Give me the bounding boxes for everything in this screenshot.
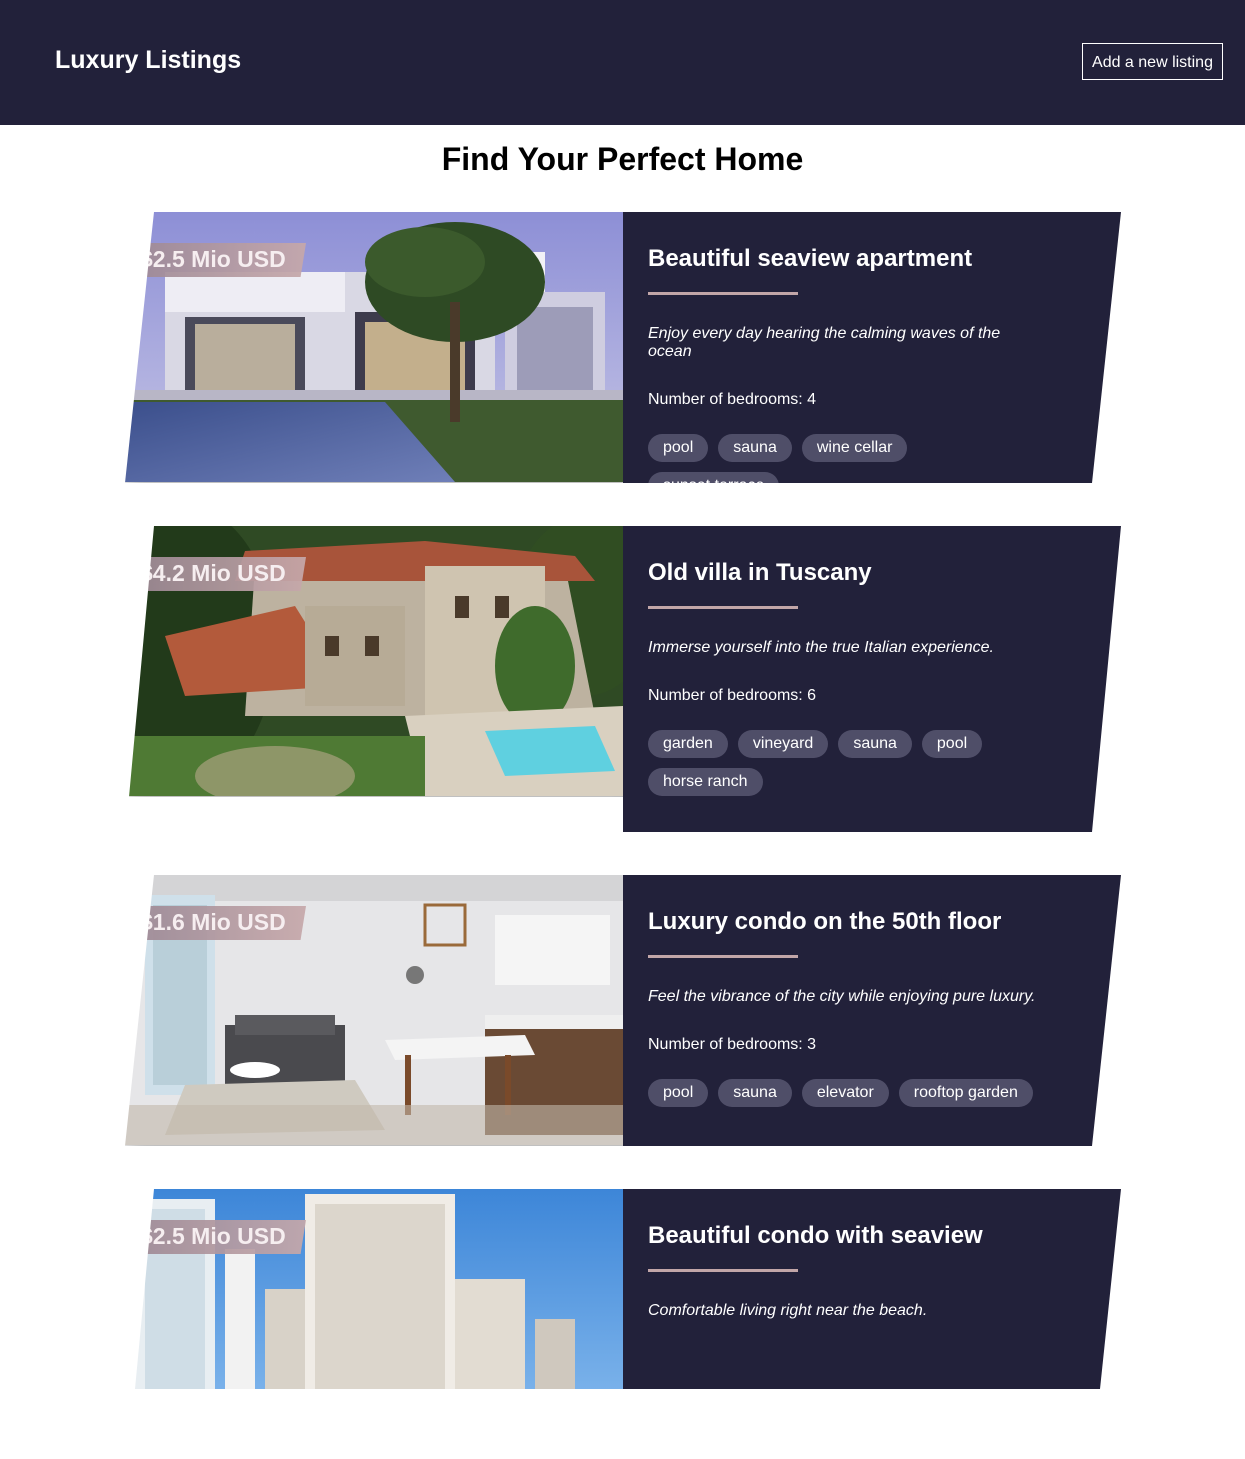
listing-tagline: Immerse yourself into the true Italian e…: [648, 639, 994, 656]
bedroom-count: Number of bedrooms: 6: [648, 687, 817, 704]
add-listing-button[interactable]: Add a new listing: [1082, 43, 1223, 80]
feature-list: pool sauna wine cellar sunset terrace: [648, 434, 1041, 483]
title-divider: [648, 606, 798, 609]
feature-chip: elevator: [801, 1079, 889, 1107]
price-tag: $2.5 Mio USD: [125, 243, 306, 277]
top-navbar: Luxury Listings Add a new listing: [0, 0, 1245, 125]
feature-chip: pool: [648, 434, 709, 462]
feature-list: garden vineyard sauna pool horse ranch: [648, 730, 1041, 796]
title-divider: [648, 955, 798, 958]
feature-chip: sunset terrace: [648, 472, 780, 483]
listing-details: Beautiful seaview apartment Enjoy every …: [623, 212, 1121, 483]
title-divider: [648, 1269, 798, 1272]
listing-details: Old villa in Tuscany Immerse yourself in…: [623, 526, 1121, 832]
listing-title[interactable]: Old villa in Tuscany: [648, 556, 1041, 590]
bedroom-count: Number of bedrooms: 3: [648, 1036, 817, 1053]
feature-chip: sauna: [838, 730, 912, 758]
feature-chip: pool: [921, 730, 983, 758]
listing-details: Luxury condo on the 50th floor Feel the …: [623, 875, 1121, 1146]
feature-chip: horse ranch: [648, 768, 763, 796]
feature-chip: sauna: [718, 434, 792, 462]
listing-tagline: Feel the vibrance of the city while enjo…: [648, 988, 1036, 1005]
title-divider: [648, 292, 798, 295]
feature-chip: sauna: [718, 1079, 792, 1107]
feature-chip: wine cellar: [801, 434, 908, 462]
listing-tagline: Enjoy every day hearing the calming wave…: [648, 325, 1001, 360]
feature-chip: rooftop garden: [898, 1079, 1033, 1107]
price-tag: $2.5 Mio USD: [135, 1220, 306, 1254]
listing-card[interactable]: $4.2 Mio USD Old villa in Tuscany Immers…: [129, 526, 1121, 832]
bedroom-count: Number of bedrooms: 4: [648, 391, 817, 408]
feature-chip: garden: [648, 730, 728, 758]
listing-card[interactable]: $1.6 Mio USD Luxury condo on the 50th fl…: [125, 875, 1121, 1146]
listing-card[interactable]: $2.5 Mio USD Beautiful condo with seavie…: [135, 1189, 1121, 1389]
listing-title[interactable]: Beautiful seaview apartment: [648, 242, 1041, 276]
listing-details: Beautiful condo with seaview Comfortable…: [623, 1189, 1121, 1389]
price-tag: $4.2 Mio USD: [129, 557, 306, 591]
listing-title[interactable]: Luxury condo on the 50th floor: [648, 905, 1041, 939]
listing-title[interactable]: Beautiful condo with seaview: [648, 1219, 1041, 1253]
listing-card[interactable]: $2.5 Mio USD Beautiful seaview apartment…: [125, 212, 1121, 483]
feature-chip: pool: [648, 1079, 709, 1107]
price-tag: $1.6 Mio USD: [125, 906, 306, 940]
feature-chip: vineyard: [737, 730, 829, 758]
feature-list: pool sauna elevator rooftop garden: [648, 1079, 1041, 1107]
page-title: Find Your Perfect Home: [441, 141, 804, 177]
brand-title[interactable]: Luxury Listings: [55, 46, 241, 75]
listing-tagline: Comfortable living right near the beach.: [648, 1302, 928, 1319]
